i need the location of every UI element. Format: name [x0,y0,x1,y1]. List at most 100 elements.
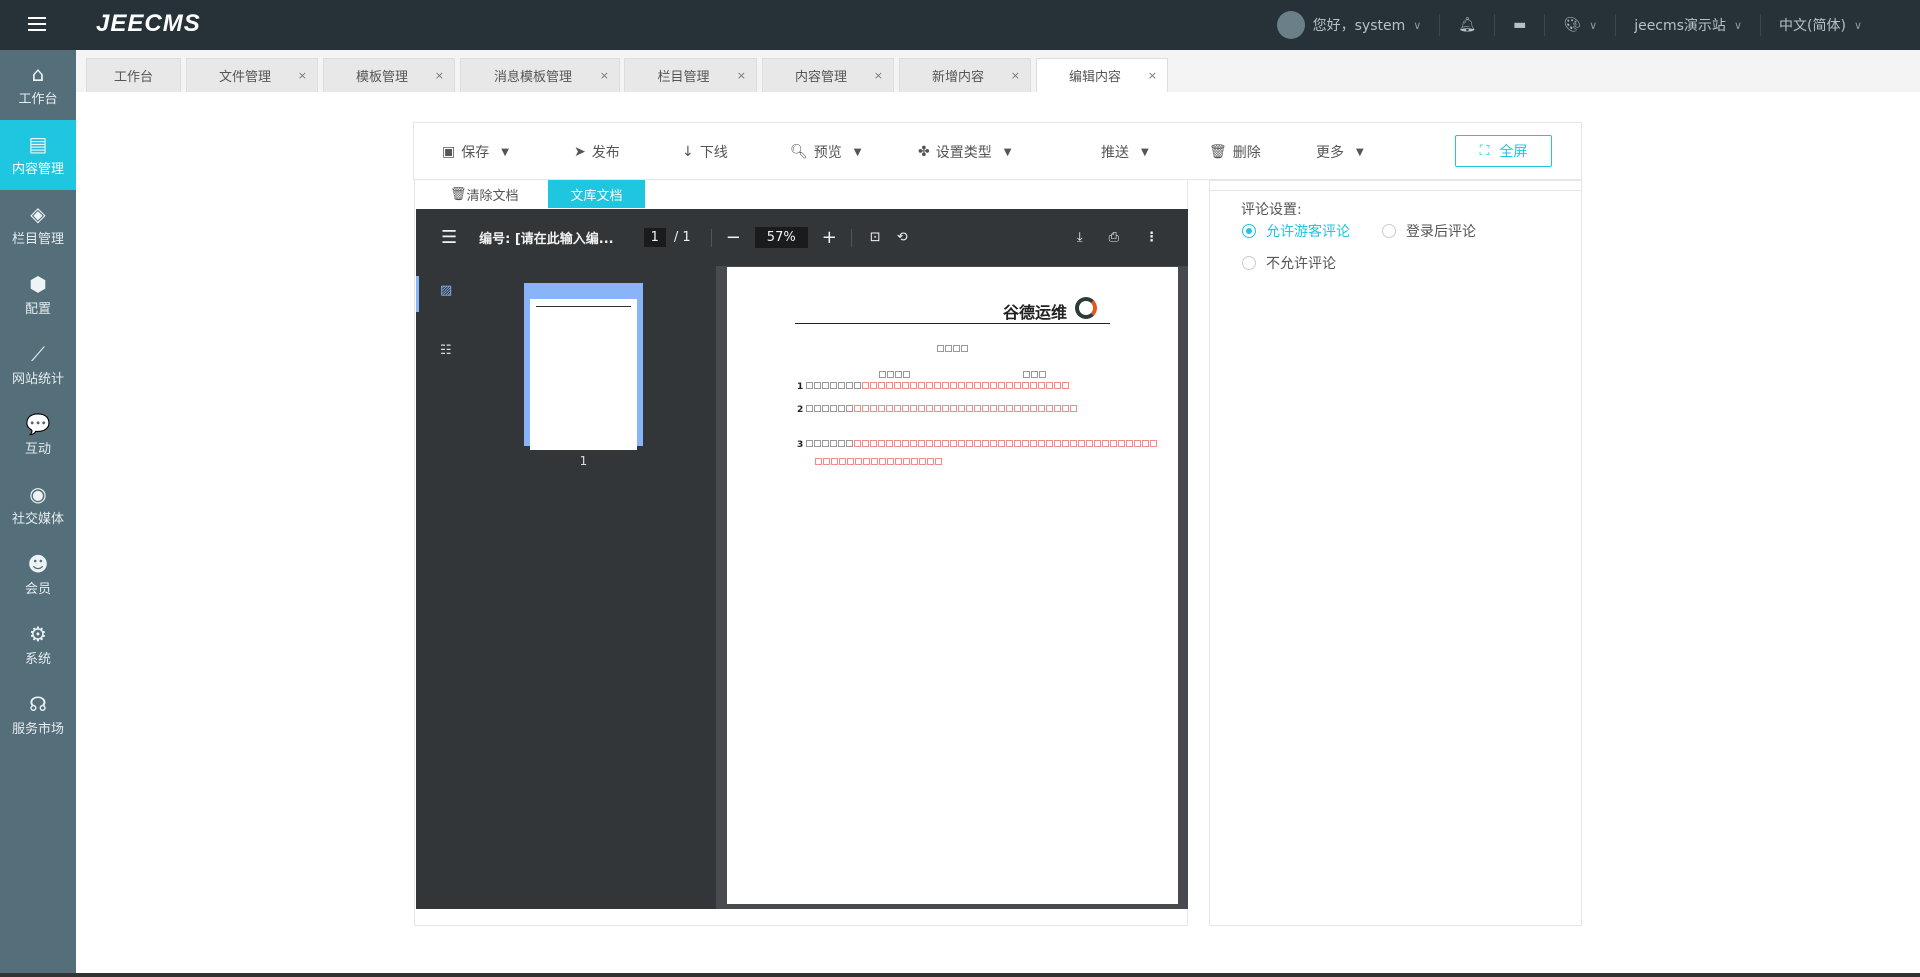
fit-page-icon[interactable]: ⊡ [870,230,881,245]
caret-down-icon: ▼ [1356,146,1364,158]
caret-down-icon: ▼ [1141,146,1149,158]
close-icon[interactable]: × [1148,69,1157,82]
radio-allow-guest[interactable]: 允许游客评论 [1242,221,1350,241]
sidebar-item-3[interactable]: ⬢ 配置 [0,260,76,330]
document-panel: 🗑︎ 清除文档 文库文档 ☰ 编号: [请在此输入编... 1 / 1 − 57%… [414,180,1188,926]
tab-bar: 工作台 文件管理 × 模板管理 × 消息模板管理 × 栏目管理 × 内容管理 × 新增内容 × 编辑内容 × [76,50,1920,92]
thumbnails-icon[interactable]: ▨ [440,283,452,298]
tab-label: 栏目管理 [657,70,710,85]
sidebar-item-2[interactable]: ◈ 栏目管理 [0,190,76,260]
publish-button[interactable]: ➤ 发布 [574,123,620,181]
preview-icon: 🔍︎ [790,144,808,160]
push-label: 推送 [1101,145,1129,161]
save-icon: ▣ [442,144,456,160]
comment-settings-label: 评论设置: [1241,202,1302,218]
menu-toggle-icon[interactable] [28,17,46,31]
sidebar-item-label: 会员 [24,581,51,597]
language-select[interactable]: 中文(简体) ∨ [1760,14,1880,36]
sidebar-item-9[interactable]: ☊ 服务市场 [0,680,76,750]
document-text-line: 3 [797,440,1158,450]
tab-5[interactable]: 内容管理 × [762,58,894,92]
zoom-in-icon[interactable]: + [822,227,837,248]
close-icon[interactable]: × [737,69,746,82]
content-toolbar: ▣ 保存 ▼ ➤ 发布 ↓ 下线 🔍︎ 预览 ▼ ✤ 设置类型 ▼ 推送 ▼ 🗑︎ 删除 更多 ▼ ⛶… [413,122,1582,180]
monitor-icon: ▬ [1513,17,1527,33]
more-options-icon[interactable]: ⋮ [1145,230,1158,245]
page-thumbnail[interactable] [524,283,643,450]
tab-2[interactable]: 模板管理 × [323,58,455,92]
sidebar-item-1[interactable]: ▤ 内容管理 [0,120,76,190]
sidebar-toggle-icon[interactable]: ☰ [441,227,457,248]
close-icon[interactable]: × [435,69,444,82]
tab-7[interactable]: 编辑内容 × [1036,58,1168,92]
zoom-level[interactable]: 57% [754,227,808,248]
radio-disallow[interactable]: 不允许评论 [1242,253,1336,273]
push-button[interactable]: 推送 ▼ [1101,123,1149,181]
send-icon: ➤ [574,144,586,160]
document-logo: 谷德运维 [1003,303,1068,322]
grid-icon: ✤ [918,144,930,160]
sidebar-item-7[interactable]: ☻ 会员 [0,540,76,610]
tab-label: 编辑内容 [1068,70,1121,85]
set-type-label: 设置类型 [935,145,992,161]
save-label: 保存 [461,145,490,161]
print-icon[interactable]: ⎙ [1109,230,1119,245]
pdf-toolbar: ☰ 编号: [请在此输入编... 1 / 1 − 57% + ⊡ ⟲ ⤓ ⎙ ⋮ [416,209,1188,266]
sidebar: ⌂ 工作台 ▤ 内容管理 ◈ 栏目管理 ⬢ 配置 ⟋ 网站统计 💬 互动 ◉ 社交媒体 ☻ 会员 ⚙ 系统 ☊ 服务市… [0,50,76,977]
zoom-out-icon[interactable]: − [726,227,741,248]
radio-circle[interactable] [1382,224,1396,238]
sidebar-item-8[interactable]: ⚙ 系统 [0,610,76,680]
headset-icon: ☊ [29,691,47,716]
more-label: 更多 [1316,145,1344,161]
delete-button[interactable]: 🗑︎ 删除 [1209,123,1261,181]
sidebar-item-6[interactable]: ◉ 社交媒体 [0,470,76,540]
document-text-line [1023,371,1047,381]
tab-0[interactable]: 工作台 [86,58,181,92]
page-number-input[interactable]: 1 [643,228,666,247]
tab-1[interactable]: 文件管理 × [186,58,318,92]
document-text-line: 1 [797,382,1070,392]
preview-button[interactable]: 🔍︎ 预览 ▼ [790,123,861,181]
page-total: / 1 [673,230,691,245]
close-icon[interactable]: × [298,69,307,82]
more-button[interactable]: 更多 ▼ [1316,123,1364,181]
radio-after-login[interactable]: 登录后评论 [1382,221,1476,241]
tab-label: 内容管理 [794,70,847,85]
save-button[interactable]: ▣ 保存 ▼ [442,123,509,181]
offline-button[interactable]: ↓ 下线 [682,123,728,181]
sidebar-item-label: 内容管理 [11,161,64,177]
radio-label: 登录后评论 [1406,224,1476,240]
bell-icon: 🔔︎ [1458,17,1477,33]
sidebar-item-0[interactable]: ⌂ 工作台 [0,50,76,120]
sidebar-item-label: 服务市场 [11,721,64,737]
palette-icon: 🎨︎ [1563,17,1582,33]
chevron-down-icon: ∨ [1413,18,1422,32]
set-type-button[interactable]: ✤ 设置类型 ▼ [918,123,1011,181]
fullscreen-label: 全屏 [1499,144,1528,160]
download-icon[interactable]: ⤓ [1077,230,1083,245]
notifications-button[interactable]: 🔔︎ [1439,14,1494,36]
clear-document-button[interactable]: 🗑︎ 清除文档 [450,180,519,208]
outline-icon[interactable]: ☷ [440,343,452,358]
sidebar-item-4[interactable]: ⟋ 网站统计 [0,330,76,400]
theme-button[interactable]: 🎨︎ ∨ [1544,14,1615,36]
close-icon[interactable]: × [600,69,609,82]
tab-6[interactable]: 新增内容 × [899,58,1031,92]
monitor-button[interactable]: ▬ [1494,14,1544,36]
fullscreen-button[interactable]: ⛶ 全屏 [1455,135,1552,167]
radio-circle[interactable] [1242,224,1256,238]
member-icon: ☻ [27,551,49,576]
close-icon[interactable]: × [874,69,883,82]
tab-label: 模板管理 [355,70,408,85]
rotate-icon[interactable]: ⟲ [897,230,908,245]
radio-circle[interactable] [1242,256,1256,270]
sidebar-item-5[interactable]: 💬 互动 [0,400,76,470]
greeting: 您好，system [1312,18,1406,34]
tab-4[interactable]: 栏目管理 × [624,58,757,92]
user-menu[interactable]: 您好，system ∨ [1259,11,1440,39]
document-text-line [815,458,943,468]
site-select[interactable]: jeecms演示站 ∨ [1615,14,1760,36]
tab-3[interactable]: 消息模板管理 × [460,58,620,92]
close-icon[interactable]: × [1011,69,1020,82]
tab-library-document[interactable]: 文库文档 [548,180,645,208]
